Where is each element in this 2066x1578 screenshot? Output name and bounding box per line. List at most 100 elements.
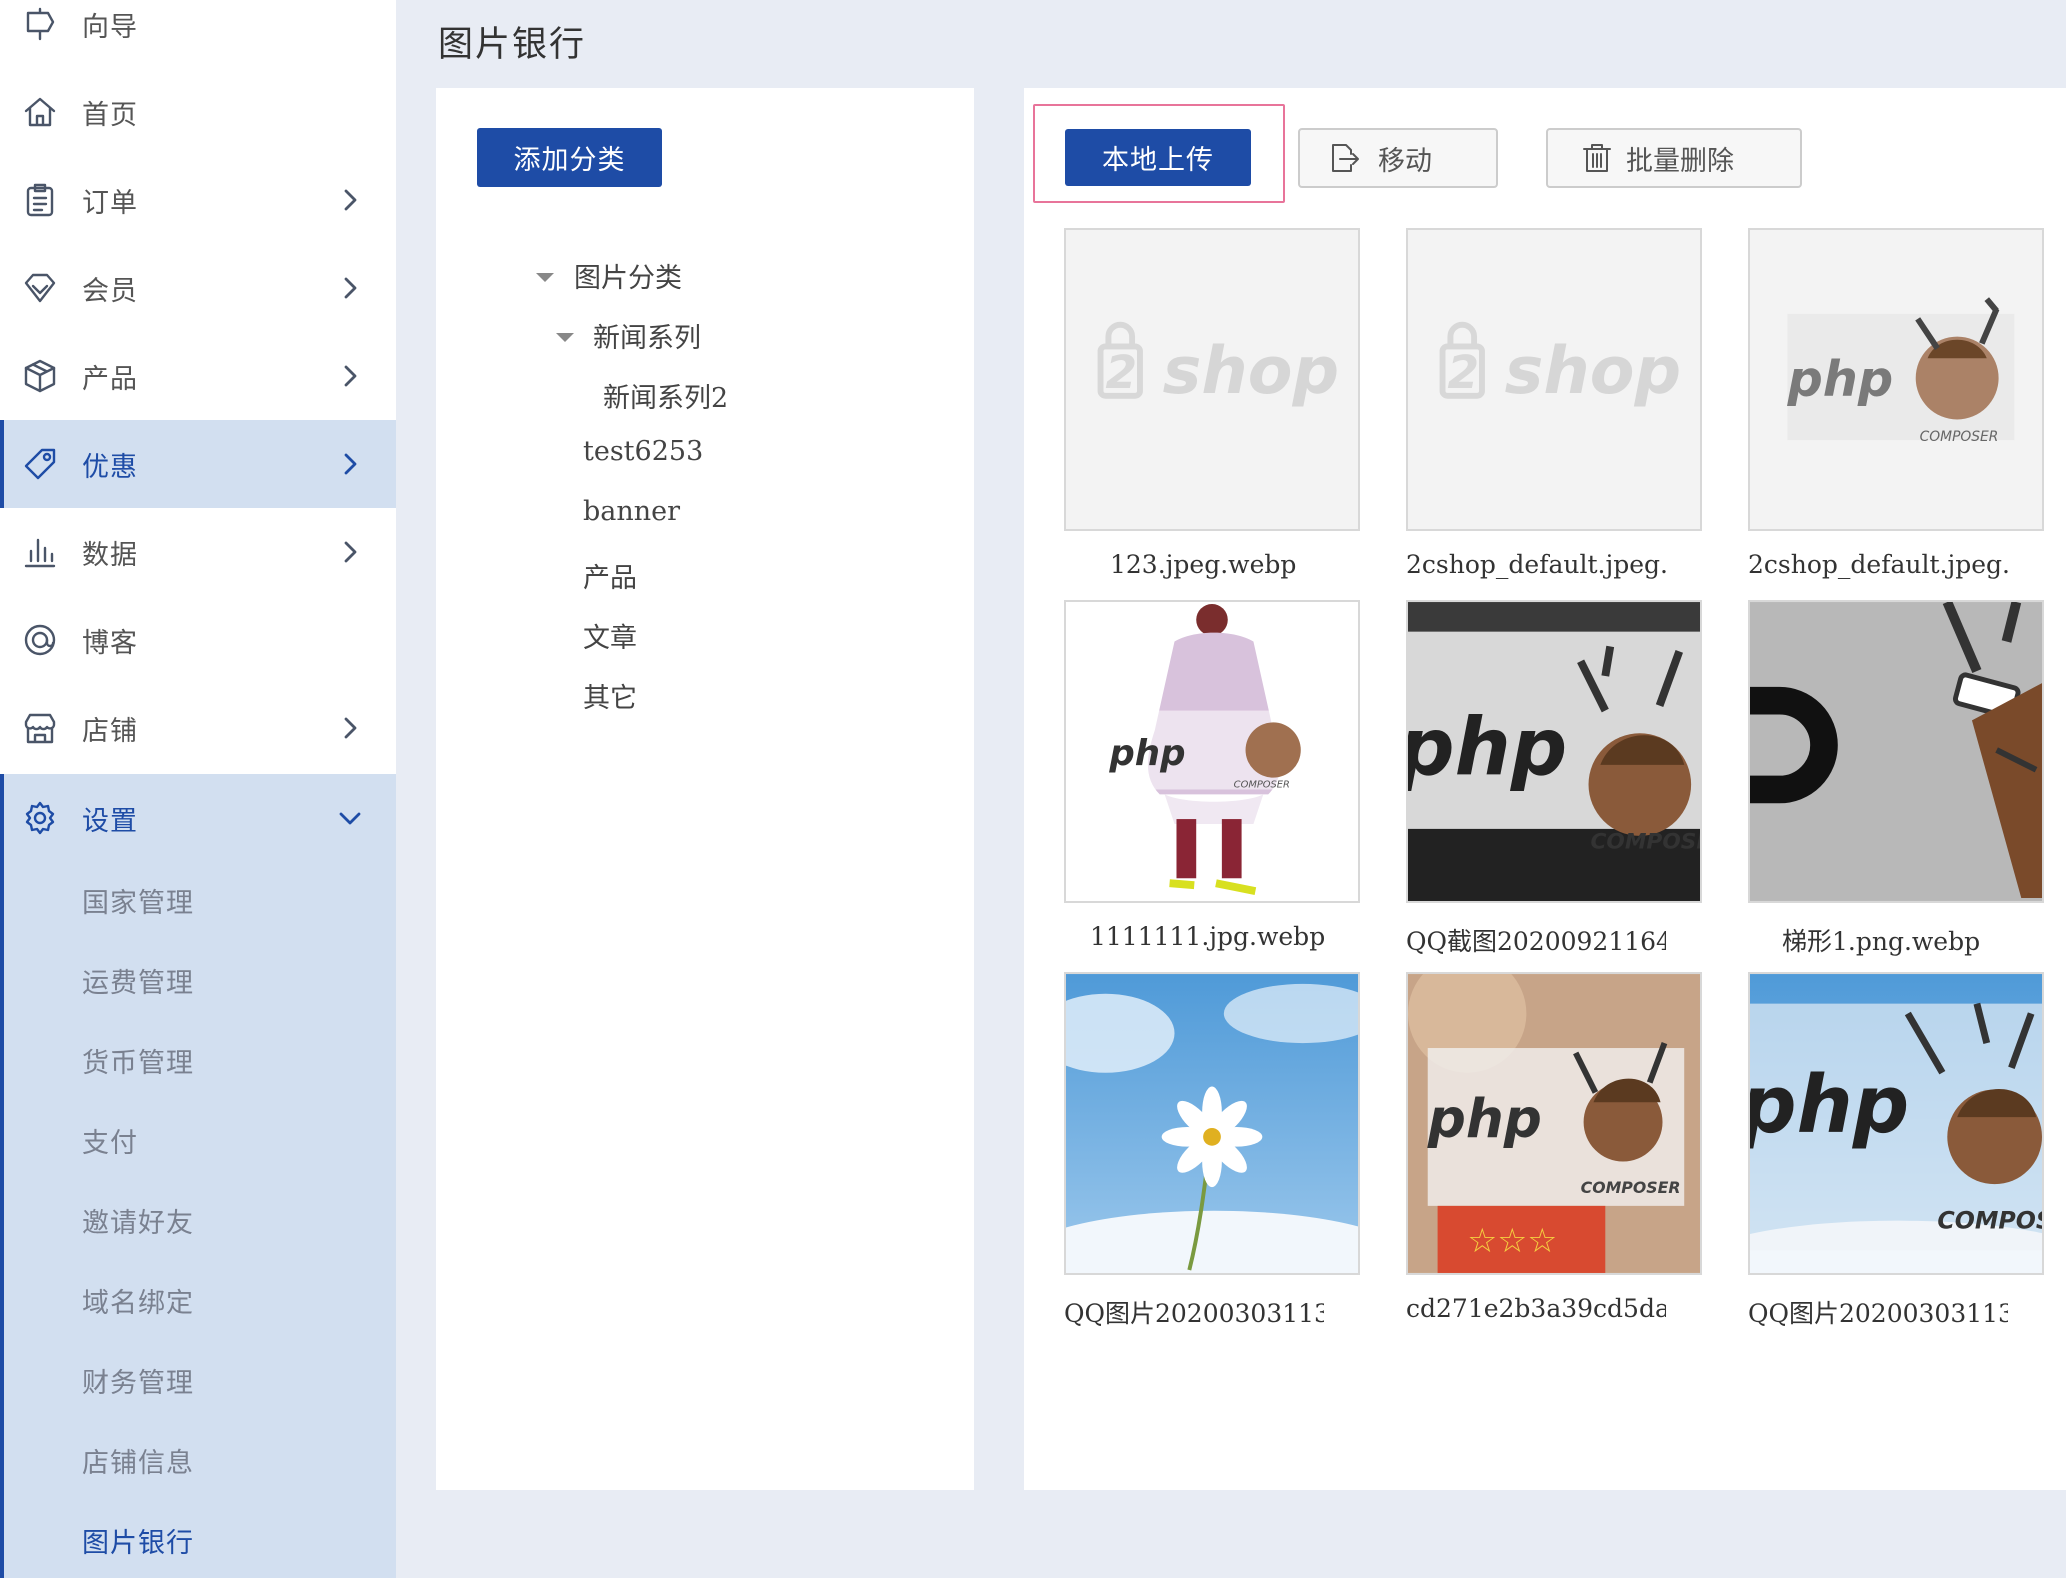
move-button[interactable]: 移动: [1298, 128, 1498, 188]
tree-node-news-series-2[interactable]: 新闻系列2: [603, 376, 728, 415]
tree-node-products[interactable]: 产品: [583, 556, 637, 595]
tree-node-news-series[interactable]: 新闻系列: [593, 316, 701, 355]
svg-text:COMPOSER: COMPOSER: [1234, 780, 1290, 791]
sidebar-item-label: 订单: [82, 187, 138, 219]
svg-text:2: 2: [1447, 346, 1479, 399]
svg-text:php: php: [1108, 733, 1185, 774]
chevron-right-icon: [336, 186, 364, 214]
gallery-thumbnail[interactable]: [1748, 600, 2044, 903]
gallery-filename: 2cshop_default.jpeg.w: [1748, 550, 2008, 579]
submenu-currency-management[interactable]: 货币管理: [82, 1044, 194, 1084]
move-icon: [1328, 141, 1362, 175]
submenu-payment[interactable]: 支付: [82, 1124, 138, 1164]
add-category-button[interactable]: 添加分类: [477, 128, 662, 187]
sidebar-item-members[interactable]: 会员: [0, 244, 396, 332]
submenu-domain-binding[interactable]: 域名绑定: [82, 1284, 194, 1324]
sidebar-item-blog[interactable]: 博客: [0, 596, 396, 684]
tag-icon: [20, 444, 60, 484]
svg-text:shop: shop: [1505, 334, 1681, 409]
sidebar-item-label: 店铺: [82, 715, 138, 747]
at-icon: [20, 620, 60, 660]
gallery-thumbnail[interactable]: php COMPOS: [1748, 972, 2044, 1275]
settings-active-indicator: [0, 778, 4, 1578]
store-icon: [20, 708, 60, 748]
sidebar-item-settings[interactable]: 设置: [0, 774, 396, 862]
chevron-down-icon: [336, 804, 364, 832]
submenu-image-bank[interactable]: 图片银行: [82, 1524, 194, 1564]
sidebar-item-label: 会员: [82, 275, 138, 307]
gallery-thumbnail[interactable]: 2 shop: [1406, 228, 1702, 531]
submenu-country-management[interactable]: 国家管理: [82, 884, 194, 924]
submenu-invite-friends[interactable]: 邀请好友: [82, 1204, 194, 1244]
category-panel: [436, 88, 974, 1490]
gallery-filename: QQ图片20200303113: [1064, 1299, 1324, 1328]
signpost-icon: [20, 4, 60, 44]
composer-cropped-image: [1750, 602, 2042, 901]
trash-icon: [1580, 141, 1614, 175]
chevron-right-icon: [336, 714, 364, 742]
gallery-filename: QQ截图20200921164(: [1406, 927, 1666, 956]
gallery-thumbnail[interactable]: php COMPOSE: [1406, 600, 1702, 903]
gallery-thumbnail[interactable]: 2 shop: [1064, 228, 1360, 531]
sidebar-item-label: 数据: [82, 539, 138, 571]
sidebar-item-orders[interactable]: 订单: [0, 156, 396, 244]
box-icon: [20, 356, 60, 396]
tree-node-test6253[interactable]: test6253: [583, 436, 703, 467]
sidebar-item-store[interactable]: 店铺: [0, 684, 396, 772]
chevron-right-icon: [336, 450, 364, 478]
php-composer-food-image: php COMPOSER ☆☆☆: [1408, 974, 1700, 1273]
local-upload-button[interactable]: 本地上传: [1065, 129, 1251, 186]
sidebar-item-label: 博客: [82, 627, 138, 659]
submenu-finance-management[interactable]: 财务管理: [82, 1364, 194, 1404]
tree-node-other[interactable]: 其它: [583, 676, 637, 715]
gear-icon: [20, 798, 60, 838]
diamond-badge-icon: [20, 268, 60, 308]
gallery-thumbnail[interactable]: [1064, 972, 1360, 1275]
sidebar: 向导 首页 订单 会员 产品 优惠 数据 博客 店铺 设置 国家管理 运费管理 …: [0, 0, 396, 1578]
gallery-thumbnail[interactable]: php COMPOSER: [1064, 600, 1360, 903]
svg-text:COMPOSER: COMPOSER: [1920, 429, 1999, 445]
tree-node-articles[interactable]: 文章: [583, 616, 637, 655]
svg-text:COMPOSER: COMPOSER: [1581, 1178, 1681, 1197]
gallery-thumbnail[interactable]: php COMPOSER: [1748, 228, 2044, 531]
gallery-filename: cd271e2b3a39cd5da70: [1406, 1294, 1666, 1323]
svg-text:COMPOSE: COMPOSE: [1591, 830, 1701, 855]
caret-down-icon[interactable]: [536, 273, 554, 282]
sidebar-item-promotions[interactable]: 优惠: [0, 420, 396, 508]
svg-text:php: php: [1750, 1059, 1909, 1151]
sidebar-item-products[interactable]: 产品: [0, 332, 396, 420]
svg-text:COMPOS: COMPOS: [1937, 1207, 2042, 1235]
svg-text:php: php: [1427, 1088, 1542, 1150]
settings-submenu-background: [0, 778, 396, 1578]
woman-pink-coat-image: php COMPOSER: [1066, 602, 1358, 901]
chevron-right-icon: [336, 362, 364, 390]
php-composer-image: php COMPOSER: [1750, 230, 2042, 529]
2cshop-logo-image: 2 shop: [1408, 230, 1700, 529]
batch-delete-button[interactable]: 批量删除: [1546, 128, 1802, 188]
php-composer-flower-image: php COMPOS: [1750, 974, 2042, 1273]
sidebar-item-home[interactable]: 首页: [0, 68, 396, 156]
sidebar-item-guide[interactable]: 向导: [0, 0, 396, 68]
chevron-right-icon: [336, 274, 364, 302]
gallery-filename: 梯形1.png.webp: [1782, 927, 1981, 956]
sidebar-item-label: 优惠: [82, 451, 138, 483]
2cshop-logo-image: 2 shop: [1066, 230, 1358, 529]
page-title: 图片银行: [438, 25, 587, 65]
gallery-filename: 2cshop_default.jpeg.w: [1406, 550, 1666, 579]
sidebar-item-label: 设置: [82, 805, 138, 837]
tree-node-image-category[interactable]: 图片分类: [574, 256, 682, 295]
svg-text:php: php: [1408, 702, 1567, 794]
gallery-thumbnail[interactable]: php COMPOSER ☆☆☆: [1406, 972, 1702, 1275]
svg-text:php: php: [1786, 350, 1893, 408]
tree-node-banner[interactable]: banner: [583, 496, 680, 527]
gallery-filename: 1111111.jpg.webp: [1090, 922, 1326, 951]
submenu-store-info[interactable]: 店铺信息: [82, 1444, 194, 1484]
svg-text:2: 2: [1105, 346, 1137, 399]
chevron-right-icon: [336, 538, 364, 566]
sidebar-item-data[interactable]: 数据: [0, 508, 396, 596]
home-icon: [20, 92, 60, 132]
caret-down-icon[interactable]: [556, 333, 574, 342]
submenu-shipping-management[interactable]: 运费管理: [82, 964, 194, 1004]
sidebar-item-label: 向导: [82, 11, 138, 43]
gallery-filename: QQ图片20200303113: [1748, 1299, 2008, 1328]
